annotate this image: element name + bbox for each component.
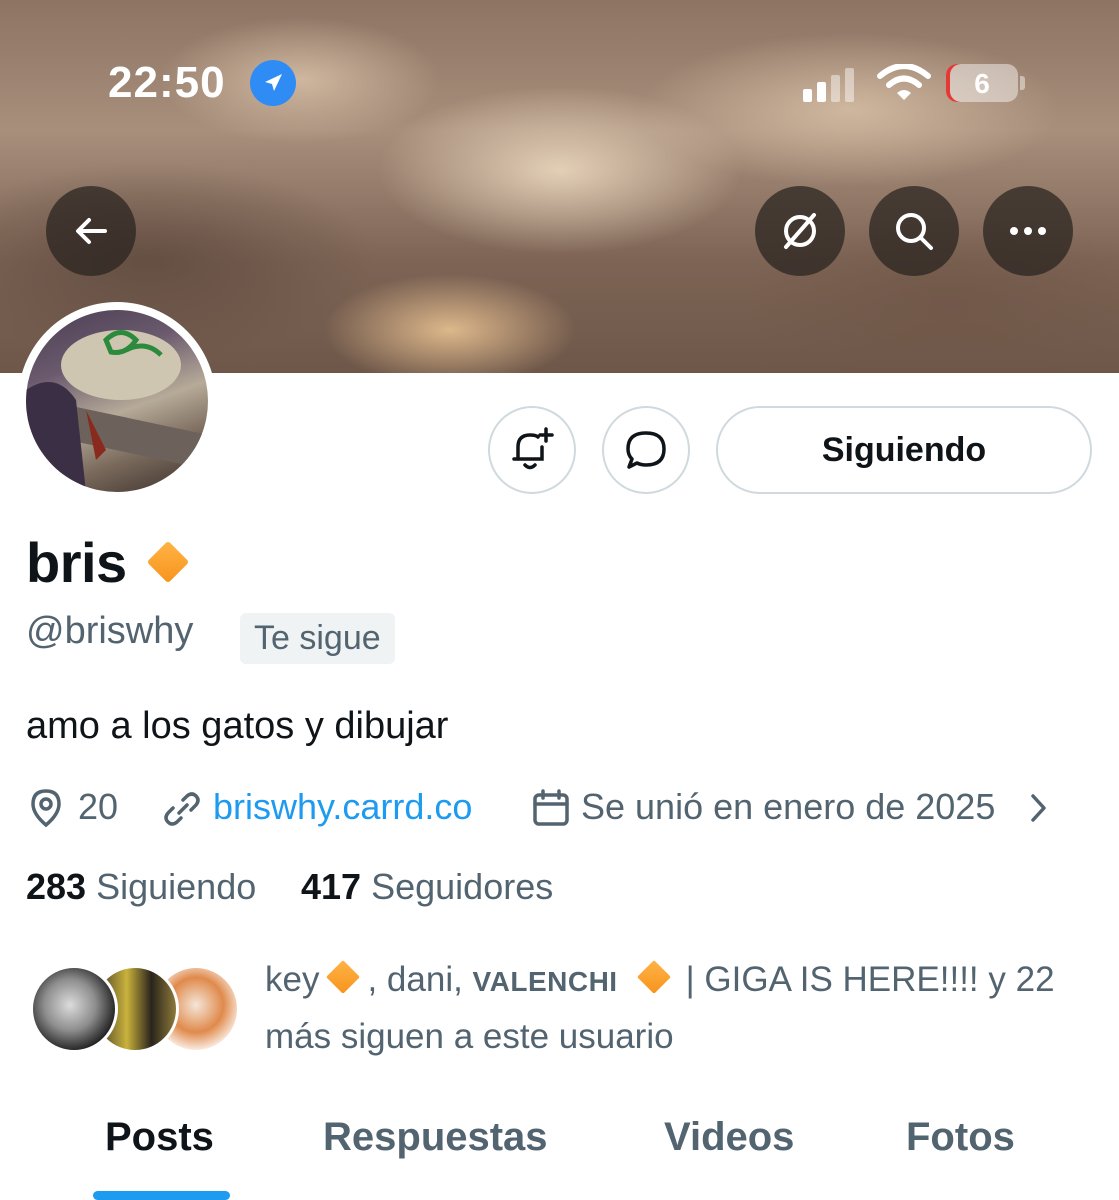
tab-videos[interactable]: Videos xyxy=(664,1115,794,1160)
mutual-suffix: más siguen a este usuario xyxy=(265,1017,674,1056)
message-button[interactable] xyxy=(602,406,690,494)
tab-photos[interactable]: Fotos xyxy=(906,1115,1015,1160)
profile-website-link[interactable]: briswhy.carrd.co xyxy=(213,786,472,828)
search-icon xyxy=(896,213,933,250)
profile-bio: amo a los gatos y dibujar xyxy=(26,705,449,747)
battery-tip xyxy=(1020,76,1025,90)
status-time: 22:50 xyxy=(108,58,226,107)
joined-date[interactable]: Se unió en enero de 2025 xyxy=(581,786,995,828)
followers-count: 417 xyxy=(301,866,362,907)
mutual-name-key: key xyxy=(265,960,320,999)
grok-icon xyxy=(784,213,816,249)
orange-diamond-icon xyxy=(146,540,190,584)
back-arrow-icon xyxy=(76,218,107,244)
follows-you-badge: Te sigue xyxy=(240,613,395,664)
profile-avatar[interactable] xyxy=(18,302,216,500)
bell-plus-icon xyxy=(512,427,554,470)
chat-bubble-icon xyxy=(626,431,666,469)
profile-location: 20 xyxy=(78,786,119,827)
avatar xyxy=(30,965,118,1053)
calendar-icon xyxy=(533,789,569,826)
following-label: Siguiendo xyxy=(96,866,257,907)
location-services-icon xyxy=(250,60,296,106)
location-pin-icon xyxy=(31,789,61,828)
chevron-right-icon[interactable] xyxy=(1028,792,1050,824)
cellular-signal-icon xyxy=(803,66,859,102)
display-name: bris xyxy=(26,531,127,594)
orange-diamond-icon xyxy=(636,960,671,994)
username-handle: @briswhy xyxy=(26,610,194,652)
orange-diamond-icon xyxy=(326,960,361,994)
mutual-name-giga: | GIGA IS HERE!!!! y 22 xyxy=(685,960,1055,999)
more-options-button[interactable] xyxy=(983,186,1073,276)
mutual-followers-avatars[interactable] xyxy=(30,965,240,1055)
following-count: 283 xyxy=(26,866,87,907)
following-button[interactable]: Siguiendo xyxy=(716,406,1092,494)
mutual-name-valenchi: VALENCHI xyxy=(472,966,618,997)
avatar-image xyxy=(26,310,208,492)
back-button[interactable] xyxy=(46,186,136,276)
search-button[interactable] xyxy=(869,186,959,276)
tab-posts[interactable]: Posts xyxy=(105,1115,214,1160)
mutual-name-dani: , dani, xyxy=(367,960,473,999)
grok-button[interactable] xyxy=(755,186,845,276)
mutual-followers-text[interactable]: key , dani, VALENCHI | GIGA IS HERE!!!! y … xyxy=(265,952,1085,1064)
followers-count-link[interactable]: 417 Seguidores xyxy=(301,866,553,908)
wifi-icon xyxy=(876,63,932,107)
followers-label: Seguidores xyxy=(371,866,554,907)
more-icon xyxy=(1010,227,1046,235)
notifications-button[interactable] xyxy=(488,406,576,494)
battery-icon: 6 xyxy=(946,64,1018,102)
battery-level: 6 xyxy=(974,68,990,99)
tab-replies[interactable]: Respuestas xyxy=(323,1115,548,1160)
link-icon xyxy=(164,792,200,826)
following-count-link[interactable]: 283 Siguiendo xyxy=(26,866,256,908)
active-tab-indicator xyxy=(93,1191,230,1200)
